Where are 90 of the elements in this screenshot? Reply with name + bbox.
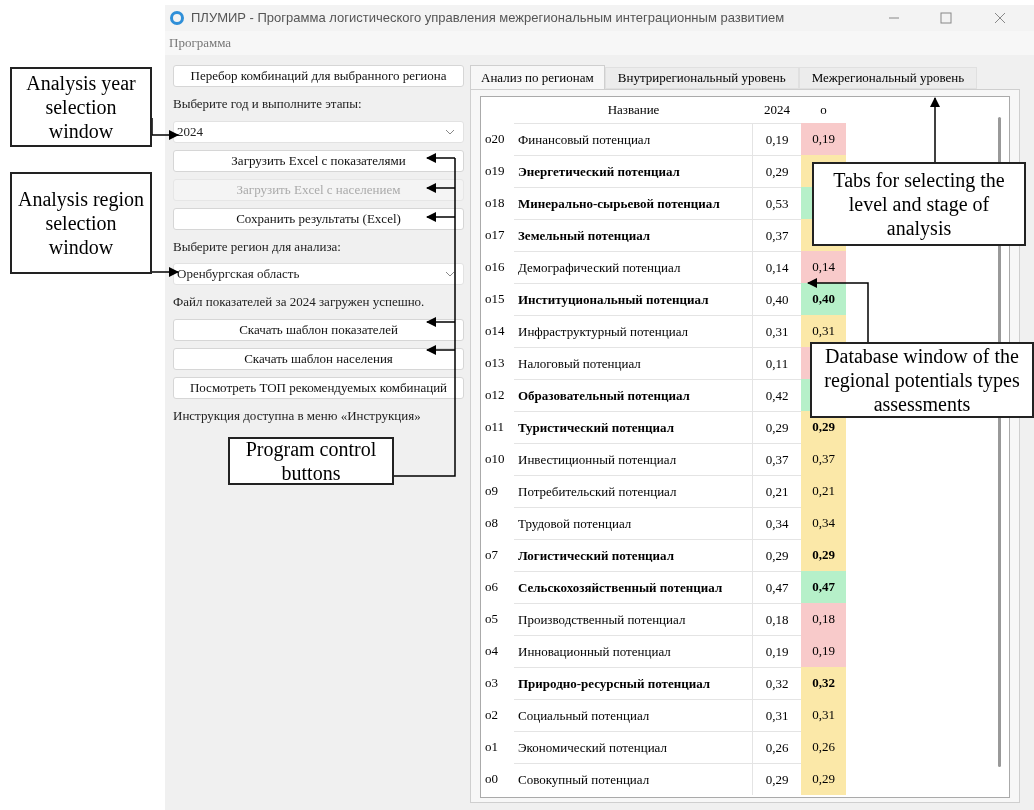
row-index: о11 (484, 418, 506, 437)
row-index: о6 (484, 578, 499, 597)
score-cell: 0,26 (801, 731, 846, 763)
table-cell: Производственный потенциал (514, 603, 753, 635)
row-index: о0 (484, 770, 499, 789)
callout-box: Tabs for selecting the level and stage of analysis (812, 162, 1026, 246)
row-index: о19 (484, 162, 506, 181)
table-cell: Демографический потенциал (514, 251, 753, 283)
button[interactable]: Скачать шаблон населения (173, 347, 464, 370)
dropdown[interactable]: Оренбургская область (173, 263, 464, 285)
menu-item[interactable]: Программа (169, 33, 232, 53)
table-cell: Образовательный потенциал (514, 379, 753, 411)
chevron-down-icon (445, 271, 455, 277)
row-index: о1 (484, 738, 499, 757)
table-cell: Энергетический потенциал (514, 155, 753, 187)
score-cell: 0,21 (801, 475, 846, 507)
chevron-down-icon (445, 128, 455, 135)
score-cell: 0,37 (801, 443, 846, 475)
callout-box: Analysis region selection window (10, 172, 152, 274)
table-cell: Земельный потенциал (514, 219, 753, 251)
row-index: о16 (484, 258, 506, 277)
button[interactable]: Загрузить Excel с показателями (173, 149, 464, 172)
table-cell: Минерально-сырьевой потенциал (514, 187, 753, 219)
score-cell: 0,29 (801, 539, 846, 571)
table-cell: Туристический потенциал (514, 411, 753, 443)
table-cell: Экономический потенциал (514, 731, 753, 763)
table-cell: Совокупный потенциал (514, 763, 753, 795)
score-cell: 0,18 (801, 603, 846, 635)
callout-box: Database window of the regional potentials types assessments (810, 342, 1034, 418)
column-header: о (819, 101, 828, 120)
dropdown[interactable]: 2024 (173, 120, 464, 143)
row-index: о5 (484, 610, 499, 629)
row-index: о14 (484, 322, 506, 341)
row-index: о7 (484, 546, 499, 565)
leader-arrow (930, 97, 940, 163)
row-index: о20 (484, 130, 506, 149)
score-cell: 0,31 (801, 699, 846, 731)
score-cell: 0,32 (801, 667, 846, 699)
tab[interactable]: Внутрирегиональный уровень (604, 67, 799, 89)
tab[interactable]: Анализ по регионам (470, 65, 605, 89)
row-index: о2 (484, 706, 499, 725)
score-cell: 0,47 (801, 571, 846, 603)
label: Выберите регион для анализа: (173, 237, 342, 256)
table-cell: Сельскохозяйственный потенциал (514, 571, 753, 603)
score-cell: 0,34 (801, 507, 846, 539)
score-cell: 0,29 (801, 763, 846, 795)
row-index: о4 (484, 642, 499, 661)
button[interactable]: Сохранить результаты (Excel) (173, 207, 464, 230)
table-cell: Социальный потенциал (514, 699, 753, 731)
column-header: 2024 (763, 101, 791, 120)
tab[interactable]: Межрегиональный уровень (798, 67, 978, 89)
maximize-icon[interactable] (940, 12, 952, 24)
table-cell: Налоговый потенциал (514, 347, 753, 379)
row-index: о8 (484, 514, 499, 533)
column-header: Название (606, 101, 661, 120)
leader-arrow (151, 267, 179, 277)
app-logo-icon (169, 10, 185, 26)
button[interactable]: Перебор комбинаций для выбранного региона (173, 65, 464, 87)
row-index: о10 (484, 450, 506, 469)
row-index: о3 (484, 674, 499, 693)
row-index: о12 (484, 386, 506, 405)
label: Выберите год и выполните этапы: (173, 95, 363, 113)
button[interactable]: Посмотреть ТОП рекомендуемых комбинаций (173, 376, 464, 399)
table-cell: Потребительский потенциал (514, 475, 753, 507)
table-cell: Финансовый потенциал (514, 123, 753, 155)
row-index: о13 (484, 354, 506, 373)
table-cell: Трудовой потенциал (514, 507, 753, 539)
score-cell: 0,40 (801, 283, 846, 315)
table-cell: Инвестиционный потенциал (514, 443, 753, 475)
close-icon[interactable] (994, 12, 1006, 24)
table-cell: Инновационный потенциал (514, 635, 753, 667)
row-index: о18 (484, 194, 506, 213)
row-index: о17 (484, 226, 506, 245)
callout-box: Analysis year selection window (10, 67, 152, 147)
table-cell: Природно-ресурсный потенциал (514, 667, 753, 699)
label: Инструкция доступна в меню «Инструкция» (173, 406, 422, 425)
table-cell: Институциональный потенциал (514, 283, 753, 315)
leader-arrow (151, 117, 179, 140)
table-cell: Логистический потенциал (514, 539, 753, 571)
button[interactable]: Скачать шаблон показателей (173, 318, 464, 341)
row-index: о15 (484, 290, 506, 309)
row-index: о9 (484, 482, 499, 501)
score-cell: 0,14 (801, 251, 846, 283)
callout-box: Program control buttons (228, 437, 394, 485)
score-cell: 0,19 (801, 123, 846, 155)
leader-arrow (807, 278, 869, 343)
score-cell: 0,19 (801, 635, 846, 667)
window-title: ПЛУМИР - Программа логистического управления межрегиональным интеграционным развитием (191, 9, 785, 28)
table-cell: Инфраструктурный потенциал (514, 315, 753, 347)
label: Файл показателей за 2024 загружен успешно. (173, 293, 426, 311)
